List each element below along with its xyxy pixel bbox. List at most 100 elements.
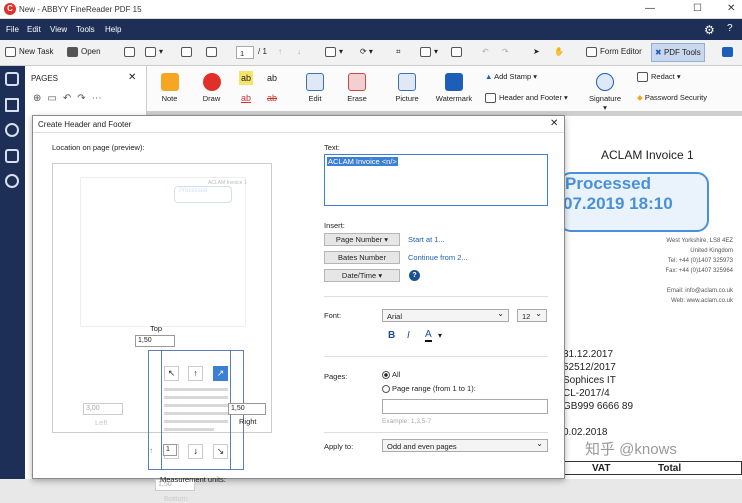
date-time-button[interactable]: Date/Time ▾ — [324, 269, 400, 282]
bookmarks-icon[interactable] — [5, 98, 19, 112]
right-margin-input[interactable]: 1,50 — [228, 403, 266, 415]
continue-from-link[interactable]: Continue from 2... — [408, 253, 468, 262]
header-footer-icon — [485, 93, 496, 104]
arrow-up-icon[interactable]: ↑ — [278, 47, 282, 56]
close-window-icon[interactable]: ✕ — [727, 3, 735, 14]
watermark-tool[interactable]: Watermark — [434, 73, 474, 103]
bold-icon[interactable]: B — [388, 330, 395, 341]
stamp-line-2: 07.2019 18:10 — [563, 194, 673, 213]
font-size-select[interactable]: 12 — [517, 309, 547, 322]
save-as-icon[interactable]: ▾ — [145, 47, 163, 57]
menu-edit[interactable]: Edit — [27, 25, 41, 34]
zoom-page-icon[interactable]: ▾ — [420, 47, 438, 57]
save-icon[interactable] — [124, 47, 138, 57]
underline-icon[interactable]: ab — [239, 91, 253, 105]
redact-button[interactable]: Redact ▾ — [637, 72, 681, 83]
help-icon[interactable]: ? — [727, 23, 733, 34]
crop-icon[interactable]: ⌗ — [396, 47, 401, 57]
signatures-icon[interactable] — [5, 174, 19, 188]
left-margin-input[interactable]: 3,00 — [83, 403, 123, 415]
divider — [324, 432, 548, 433]
preview-prev-page-icon[interactable]: ↑ — [149, 446, 153, 455]
start-at-link[interactable]: Start at 1... — [408, 235, 445, 244]
add-stamp-button[interactable]: ▲ Add Stamp ▾ — [485, 72, 537, 81]
edit-tool[interactable]: Edit — [303, 73, 327, 103]
page-range-example: Example: 1,3,5-7 — [382, 418, 432, 425]
page-range-input[interactable] — [382, 399, 548, 414]
radio-selected-icon — [382, 371, 390, 380]
dialog-close-icon[interactable]: ✕ — [550, 118, 558, 129]
processed-stamp[interactable]: Processed 07.2019 18:10 — [559, 172, 709, 232]
hand-tool-icon[interactable]: ✋ — [554, 47, 564, 56]
menu-help[interactable]: Help — [105, 25, 121, 34]
picture-tool[interactable]: Picture — [393, 73, 421, 103]
redact-icon — [637, 72, 648, 83]
draw-tool[interactable]: Draw — [199, 73, 224, 103]
top-margin-input[interactable]: 1,50 — [135, 335, 175, 347]
top-right-position-icon[interactable]: ↗ — [213, 366, 228, 381]
note-tool[interactable]: Note — [157, 73, 182, 103]
print-icon[interactable] — [181, 47, 195, 57]
vat-header: VAT — [592, 463, 611, 474]
bates-number-button[interactable]: Bates Number — [324, 251, 400, 264]
page-range-radio[interactable]: Page range (from 1 to 1): — [382, 384, 476, 394]
pdf-tools-button[interactable]: ✖ PDF Tools — [651, 43, 705, 62]
email-icon[interactable] — [206, 47, 220, 57]
undo-icon[interactable]: ↶ — [482, 47, 489, 56]
font-color-dropdown-icon[interactable]: ▾ — [438, 331, 442, 340]
page-actions-icons[interactable]: ⊕▭↶↷⋯ — [33, 93, 108, 104]
highlight-icon[interactable]: ab — [239, 71, 253, 85]
font-family-select[interactable]: Arial — [382, 309, 509, 322]
rotate-icon[interactable]: ⟳ ▾ — [360, 47, 373, 56]
minimize-icon[interactable]: — — [645, 3, 655, 14]
location-label: Location on page (preview): — [52, 143, 145, 152]
font-color-icon[interactable]: A — [425, 329, 432, 342]
pages-icon[interactable] — [5, 72, 19, 86]
note-icon — [160, 73, 179, 91]
text-line — [164, 396, 228, 399]
strikethrough-icon[interactable]: ab — [265, 91, 279, 105]
close-panel-icon[interactable]: ✕ — [128, 72, 136, 83]
top-center-position-icon[interactable]: ↑ — [188, 366, 203, 381]
erase-tool[interactable]: Erase — [345, 73, 369, 103]
menu-file[interactable]: File — [6, 25, 19, 34]
apply-to-label: Apply to: — [324, 442, 354, 451]
password-security-button[interactable]: ◆ Password Security — [637, 93, 707, 102]
menu-bar: File Edit View Tools Help ⚙ ? — [0, 19, 742, 40]
add-page-icon[interactable]: ▾ — [325, 47, 343, 57]
new-task-button[interactable]: New Task — [5, 47, 54, 57]
settings-gear-icon[interactable]: ⚙ — [704, 23, 715, 37]
open-button[interactable]: Open — [67, 47, 101, 57]
maximize-icon[interactable]: ☐ — [693, 3, 702, 14]
arrow-down-icon[interactable]: ↓ — [297, 47, 301, 56]
search-icon[interactable] — [5, 123, 19, 137]
table-header-row: VAT Total — [563, 461, 742, 475]
apply-to-select[interactable]: Odd and even pages — [382, 439, 548, 452]
bottom-right-position-icon[interactable]: ↘ — [213, 444, 228, 459]
form-editor-button[interactable]: Form Editor — [586, 47, 642, 57]
select-pointer-icon[interactable]: ➤ — [533, 47, 540, 56]
top-left-position-icon[interactable]: ↖ — [164, 366, 179, 381]
menu-tools[interactable]: Tools — [76, 25, 95, 34]
preview-page-input[interactable]: 1 — [163, 444, 177, 456]
header-text-input[interactable]: ACLAM Invoice <n/> — [324, 154, 548, 206]
all-pages-radio[interactable]: All — [382, 370, 400, 380]
fit-page-icon[interactable] — [451, 47, 465, 57]
measurement-units-label: Measurement units: — [160, 475, 226, 484]
underline-text-icon[interactable]: ab — [265, 71, 279, 85]
comments-icon[interactable] — [722, 47, 736, 57]
title-bar: C New - ABBYY FineReader PDF 15 — ☐ ✕ — [0, 0, 742, 19]
page-number-input[interactable]: 1 — [236, 46, 254, 59]
help-circle-icon[interactable]: ? — [409, 270, 420, 281]
text-label: Text: — [324, 143, 340, 152]
italic-icon[interactable]: I — [407, 330, 410, 341]
menu-view[interactable]: View — [50, 25, 67, 34]
redo-icon[interactable]: ↷ — [502, 47, 509, 56]
divider — [324, 296, 548, 297]
signature-tool[interactable]: Signature ▾ — [587, 73, 623, 112]
left-navigation-rail — [0, 66, 25, 479]
page-number-button[interactable]: Page Number ▾ — [324, 233, 400, 246]
attachments-icon[interactable] — [5, 149, 19, 163]
header-footer-button[interactable]: Header and Footer ▾ — [485, 93, 568, 104]
preview-next-page-icon[interactable]: ↓ — [194, 446, 198, 455]
